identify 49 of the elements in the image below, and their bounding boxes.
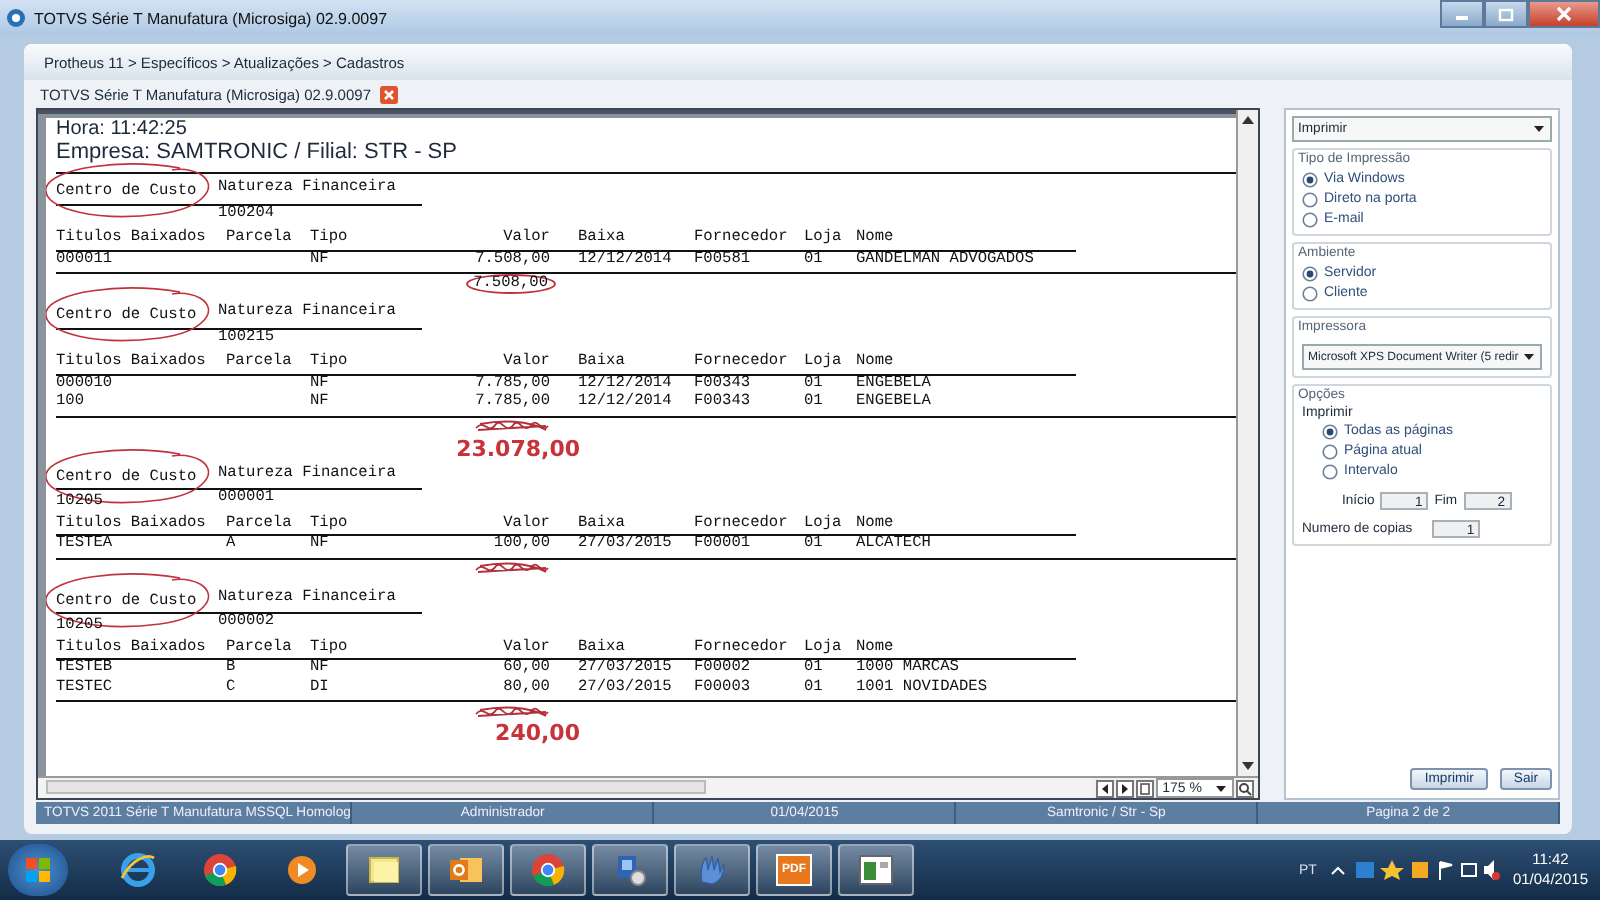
close-icon [1556, 6, 1572, 22]
radio-button[interactable] [1322, 423, 1338, 439]
window-title: TOTVS Série T Manufatura (Microsiga) 02.9.0097 [34, 9, 390, 27]
minimize-button[interactable] [1440, 0, 1484, 28]
taskbar-button[interactable] [674, 844, 750, 896]
radio-button[interactable] [1302, 211, 1318, 227]
radio-button[interactable] [1322, 443, 1338, 459]
taskbar-button[interactable] [428, 844, 504, 896]
window-icon [858, 854, 894, 886]
logo-icon [26, 858, 50, 882]
start-button[interactable] [8, 844, 68, 896]
browser-icon [202, 852, 238, 888]
radio-button[interactable] [1302, 191, 1318, 207]
next-page-icon[interactable] [1116, 779, 1135, 797]
handwritten-total: 23.078,00 [456, 437, 580, 459]
taskbar-button[interactable] [510, 844, 586, 896]
magnifier-icon[interactable] [1236, 779, 1254, 797]
taskbar-button[interactable] [592, 844, 668, 896]
taskbar-button[interactable] [346, 844, 422, 896]
close-button[interactable] [1528, 0, 1600, 28]
play-icon [286, 854, 318, 886]
previous-page-icon[interactable] [1096, 779, 1115, 797]
scribble-mark [472, 418, 552, 436]
scribble-mark [472, 560, 552, 578]
radio-button[interactable] [1322, 463, 1338, 479]
handwritten-total: 240,00 [495, 722, 580, 744]
browser-icon [530, 852, 566, 888]
radio-button[interactable] [1302, 285, 1318, 301]
mail-icon [448, 852, 484, 888]
radio-button[interactable] [1302, 171, 1318, 187]
radio-button[interactable] [1302, 265, 1318, 281]
scroll-up-icon[interactable] [1240, 112, 1256, 128]
caret-icon [1214, 781, 1228, 795]
report-company: Empresa: SAMTRONIC / Filial: STR - SP [56, 140, 459, 166]
app-icon [6, 8, 26, 28]
scribble-mark [472, 703, 552, 721]
computer-icon [612, 852, 648, 888]
page-icon[interactable] [1136, 779, 1155, 797]
vertical-scrollbar[interactable] [1236, 110, 1258, 776]
maximize-button[interactable] [1484, 0, 1528, 28]
report-time: Hora: 11:42:25 [56, 118, 189, 140]
browser-icon [120, 852, 156, 888]
caret-icon [1532, 122, 1546, 136]
taskbar-button[interactable] [838, 844, 914, 896]
caret-icon [1522, 350, 1536, 364]
maximize-icon [1498, 7, 1514, 21]
tray-icons-drawing[interactable] [1328, 858, 1501, 882]
notes-icon [366, 854, 402, 886]
close-icon[interactable] [379, 85, 397, 103]
